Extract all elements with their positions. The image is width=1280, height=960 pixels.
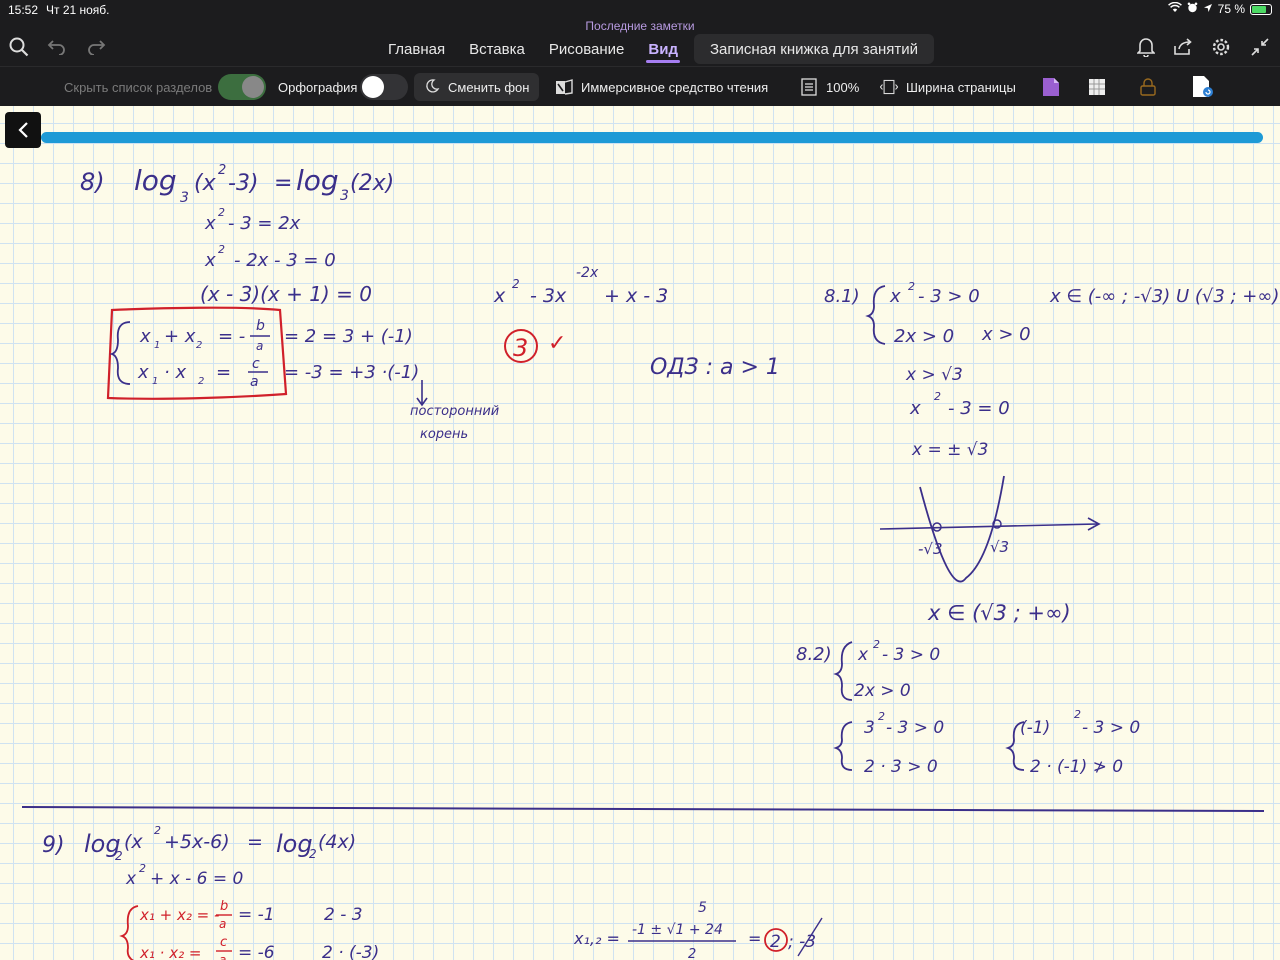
battery-fill <box>1252 5 1266 13</box>
wifi-icon <box>1167 1 1182 16</box>
top-nav: Главная Вставка Рисование Вид Записная к… <box>0 30 1280 66</box>
tab-class-notebook[interactable]: Записная книжка для занятий <box>693 34 935 64</box>
immersive-reader-button[interactable]: Иммерсивное средство чтения <box>555 73 768 101</box>
battery-percent: 75 % <box>1217 2 1245 16</box>
chevron-left-icon <box>18 122 28 138</box>
back-button[interactable] <box>5 112 41 148</box>
page-zoom-icon <box>800 78 818 96</box>
onenote-app: 15:52 Чт 21 нояб. 75 % Последние заметки <box>0 0 1280 960</box>
zoom-value: 100% <box>826 79 860 95</box>
tab-view[interactable]: Вид <box>636 34 690 64</box>
page-width-icon <box>880 78 898 96</box>
tab-insert[interactable]: Вставка <box>457 34 537 64</box>
toggle-track <box>360 74 408 100</box>
tab-home[interactable]: Главная <box>376 34 457 64</box>
view-ribbon: Скрыть список разделов Орфография Сменит… <box>0 66 1280 106</box>
hide-sections-toggle[interactable] <box>218 73 266 101</box>
bell-icon[interactable] <box>1133 34 1159 60</box>
spelling-toggle[interactable] <box>360 73 408 101</box>
status-bar: 15:52 Чт 21 нояб. 75 % <box>0 0 1280 20</box>
search-icon[interactable] <box>6 34 32 60</box>
collapse-icon[interactable] <box>1247 34 1273 60</box>
toggle-track <box>218 74 266 100</box>
redo-icon[interactable] <box>83 34 109 60</box>
note-canvas[interactable] <box>0 106 1280 960</box>
change-background-box: Сменить фон <box>414 73 540 101</box>
zoom-button[interactable]: 100% <box>800 73 859 101</box>
spelling-label: Орфография <box>278 79 358 95</box>
toggle-knob <box>242 76 264 98</box>
hide-sections-label: Скрыть список разделов <box>64 79 213 95</box>
page-width-label: Ширина страницы <box>906 79 1016 95</box>
change-background-label: Сменить фон <box>448 79 530 95</box>
page-version-icon[interactable] <box>1192 73 1214 101</box>
rule-lines-icon[interactable] <box>1088 73 1106 101</box>
alarm-icon <box>1187 2 1198 16</box>
share-icon[interactable] <box>1170 34 1196 60</box>
gear-icon[interactable] <box>1208 34 1234 60</box>
change-background-button[interactable]: Сменить фон <box>414 73 540 101</box>
immersive-reader-icon <box>555 78 573 96</box>
status-right: 75 % <box>1167 1 1272 16</box>
lock-icon[interactable] <box>1139 73 1157 101</box>
battery-icon <box>1250 3 1272 15</box>
highlighter-stroke <box>41 132 1263 143</box>
tab-draw[interactable]: Рисование <box>537 34 637 64</box>
undo-icon[interactable] <box>44 34 70 60</box>
toggle-knob <box>362 76 384 98</box>
immersive-reader-label: Иммерсивное средство чтения <box>581 79 769 95</box>
location-icon <box>1203 2 1213 16</box>
moon-icon <box>424 78 440 97</box>
page-color-icon[interactable] <box>1042 73 1060 101</box>
page-width-button[interactable]: Ширина страницы <box>880 73 1016 101</box>
ribbon-tabs: Главная Вставка Рисование Вид Записная к… <box>376 34 935 64</box>
status-date: Чт 21 нояб. <box>46 3 110 17</box>
status-time: 15:52 <box>8 3 39 17</box>
